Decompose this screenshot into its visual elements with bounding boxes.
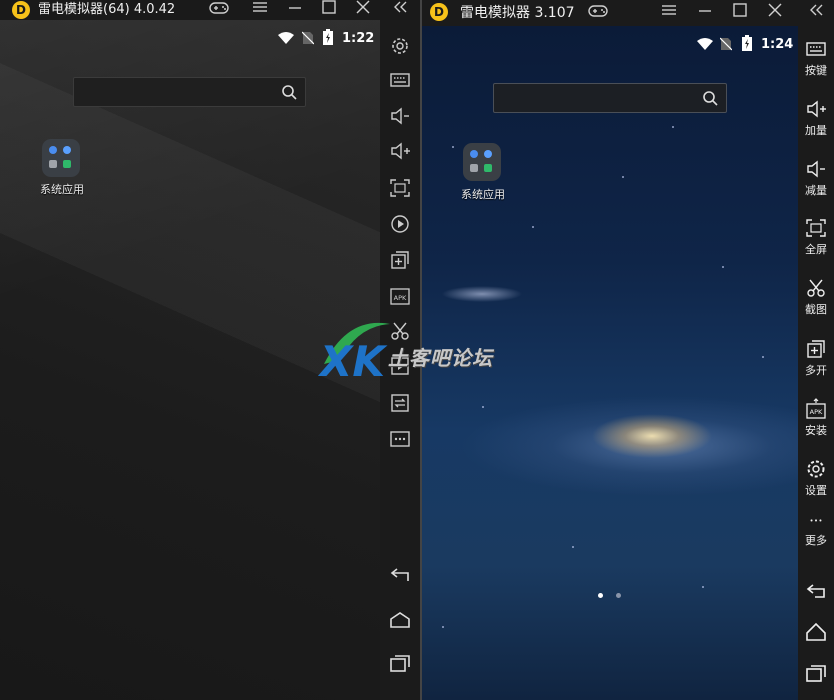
toolbar-fullscreen-button[interactable]: 全屏 xyxy=(798,217,834,257)
system-apps-folder-icon[interactable] xyxy=(463,143,501,181)
status-time: 1:24 xyxy=(761,37,794,52)
toolbar-keys-button[interactable]: 按键 xyxy=(798,38,834,78)
recent-apps-icon[interactable] xyxy=(389,652,411,674)
leidian-logo-icon: D xyxy=(12,1,30,19)
multi-instance-icon[interactable] xyxy=(389,249,411,271)
battery-icon xyxy=(323,29,333,45)
toolbar-label: 多开 xyxy=(805,364,827,377)
toolbar-screenshot-button[interactable]: 截图 xyxy=(798,277,834,317)
search-input[interactable] xyxy=(73,77,306,107)
search-icon[interactable] xyxy=(281,84,297,100)
menu-icon[interactable] xyxy=(249,0,271,18)
left-window-title: 雷电模拟器(64) 4.0.42 xyxy=(38,2,176,17)
more-icon xyxy=(810,519,822,522)
svg-text:APK: APK xyxy=(394,294,407,302)
home-icon[interactable] xyxy=(798,621,834,643)
toolbar-install-button[interactable]: APK 安装 xyxy=(798,398,834,438)
right-emulator-window: D 雷电模拟器 3.107 1:24 系统应用 按键 加量 减量 全屏 截图 多… xyxy=(422,0,834,700)
fullscreen-icon xyxy=(806,219,826,237)
recent-apps-icon[interactable] xyxy=(798,662,834,684)
minimize-icon[interactable] xyxy=(694,3,716,21)
toolbar-label: 加量 xyxy=(805,124,827,137)
gamepad-icon[interactable] xyxy=(587,3,609,23)
close-icon[interactable] xyxy=(352,0,374,18)
toolbar-label: 设置 xyxy=(805,484,827,497)
screenshot-scissors-icon xyxy=(807,279,825,297)
right-android-screen[interactable]: 1:24 系统应用 xyxy=(422,26,798,700)
settings-gear-icon xyxy=(807,460,825,478)
apk-install-icon[interactable]: APK xyxy=(389,285,411,307)
app-label: 系统应用 xyxy=(461,188,505,201)
back-icon[interactable] xyxy=(389,564,411,586)
right-window-title: 雷电模拟器 3.107 xyxy=(460,5,575,21)
left-android-screen[interactable]: 1:22 系统应用 xyxy=(0,20,380,700)
video-icon[interactable] xyxy=(389,355,411,377)
battery-icon xyxy=(742,35,752,51)
toolbar-settings-button[interactable]: 设置 xyxy=(798,458,834,498)
volume-down-icon xyxy=(807,160,825,178)
leidian-logo-icon: D xyxy=(430,3,448,21)
volume-up-icon xyxy=(807,100,826,118)
toolbar-label: 安装 xyxy=(805,424,827,437)
toolbar-volume-down-button[interactable]: 减量 xyxy=(798,158,834,198)
page-indicator[interactable] xyxy=(616,593,621,598)
fullscreen-icon[interactable] xyxy=(389,177,411,199)
toolbar-label: 减量 xyxy=(805,184,827,197)
home-icon[interactable] xyxy=(389,609,411,631)
close-icon[interactable] xyxy=(764,3,786,21)
wifi-icon xyxy=(277,30,295,44)
right-toolbar: 按键 加量 减量 全屏 截图 多开 APK 安装 设置 更多 xyxy=(798,26,834,700)
toolbar-multi-instance-button[interactable]: 多开 xyxy=(798,338,834,378)
app-label: 系统应用 xyxy=(40,183,84,196)
collapse-icon[interactable] xyxy=(805,3,827,21)
volume-down-icon[interactable] xyxy=(389,105,411,127)
menu-icon[interactable] xyxy=(658,3,680,21)
gamepad-icon[interactable] xyxy=(208,0,230,20)
sync-icon[interactable] xyxy=(389,392,411,414)
search-input[interactable] xyxy=(493,83,727,113)
toolbar-label: 按键 xyxy=(805,64,827,77)
back-icon[interactable] xyxy=(798,580,834,602)
record-icon[interactable] xyxy=(389,213,411,235)
search-icon[interactable] xyxy=(702,90,718,106)
page-indicator-active[interactable] xyxy=(598,593,603,598)
right-titlebar: D 雷电模拟器 3.107 xyxy=(422,0,834,26)
apk-install-icon: APK xyxy=(806,398,826,419)
status-time: 1:22 xyxy=(342,31,375,46)
toolbar-volume-up-button[interactable]: 加量 xyxy=(798,98,834,138)
keyboard-icon[interactable] xyxy=(389,69,411,91)
volume-up-icon[interactable] xyxy=(389,140,411,162)
collapse-icon[interactable] xyxy=(389,0,411,18)
multi-instance-icon xyxy=(807,340,825,358)
maximize-icon[interactable] xyxy=(318,0,340,18)
keyboard-icon xyxy=(806,42,826,56)
settings-gear-icon[interactable] xyxy=(389,35,411,57)
toolbar-label: 全屏 xyxy=(805,243,827,256)
toolbar-label: 截图 xyxy=(805,303,827,316)
left-toolbar: APK xyxy=(380,20,420,700)
toolbar-label: 更多 xyxy=(805,534,827,547)
left-emulator-window: D 雷电模拟器(64) 4.0.42 1:22 系统应用 APK xyxy=(0,0,420,700)
no-sim-icon xyxy=(301,30,315,45)
maximize-icon[interactable] xyxy=(729,3,751,21)
wifi-icon xyxy=(696,36,714,50)
svg-text:APK: APK xyxy=(810,408,823,416)
system-apps-folder-icon[interactable] xyxy=(42,139,80,177)
no-sim-icon xyxy=(719,36,733,51)
more-icon[interactable] xyxy=(389,428,411,450)
screenshot-scissors-icon[interactable] xyxy=(389,320,411,342)
minimize-icon[interactable] xyxy=(284,0,306,18)
toolbar-more-button[interactable]: 更多 xyxy=(798,516,834,548)
left-titlebar: D 雷电模拟器(64) 4.0.42 xyxy=(0,0,420,20)
